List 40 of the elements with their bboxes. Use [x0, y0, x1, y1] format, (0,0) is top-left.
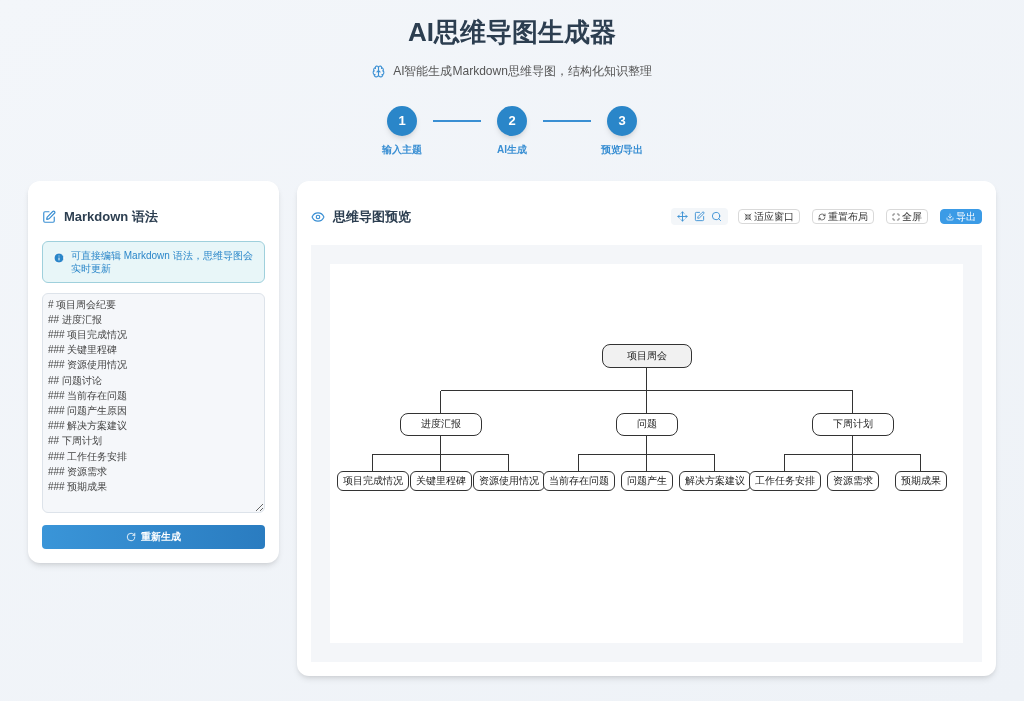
regenerate-button[interactable]: 重新生成	[42, 524, 265, 549]
preview-title: 思维导图预览	[333, 208, 411, 226]
subtitle: AI智能生成Markdown思维导图，结构化知识整理	[393, 63, 652, 80]
mindmap-node: 解决方案建议	[678, 470, 751, 491]
mindmap-node: 项目完成情况	[336, 470, 409, 491]
info-icon	[53, 251, 65, 264]
step-connector	[433, 120, 481, 122]
mindmap-node: 资源使用情况	[472, 470, 545, 491]
editor-title: Markdown 语法	[64, 208, 158, 226]
notice-text: 可直接编辑 Markdown 语法，思维导图会实时更新	[71, 248, 254, 275]
toolbar-button[interactable]: 重置布局	[812, 209, 874, 225]
fullscreen-icon	[892, 212, 900, 221]
mindmap-node: 下周计划	[811, 413, 894, 436]
edit-icon	[42, 209, 56, 224]
step-label: AI生成	[497, 143, 527, 157]
markdown-editor[interactable]: # 项目周会纪要 ## 进度汇报 ### 项目完成情况 ### 关键里程碑 ### 资源使用情况 ## 问题讨论 ### 当前存在问题 ### 问题产生原因 ### 解决方案建议 ## 下周计划 ### 工作任务安排 ### 资源需求 ### 预期成果	[42, 292, 265, 513]
search-icon[interactable]	[711, 211, 722, 223]
edit-icon[interactable]	[694, 211, 705, 223]
toolbar-button[interactable]: 适应窗口	[738, 209, 800, 225]
mindmap-node: 关键里程碑	[409, 470, 472, 491]
mindmap-node: 预期成果	[894, 470, 947, 491]
mindmap-node: 当前存在问题	[542, 470, 615, 491]
mindmap-node: 问题	[615, 413, 678, 436]
mindmap-node: 资源需求	[826, 470, 879, 491]
toolbar-button[interactable]: 全屏	[886, 209, 928, 225]
download-icon	[946, 212, 954, 221]
mindmap-node: 项目周会	[601, 343, 692, 368]
brain-icon	[372, 64, 386, 78]
mindmap-node: 进度汇报	[399, 413, 482, 436]
move-icon[interactable]	[677, 211, 688, 223]
mindmap-node: 工作任务安排	[748, 470, 821, 491]
refresh-icon	[818, 212, 826, 221]
refresh-icon	[126, 531, 136, 542]
step-label: 输入主题	[382, 143, 422, 157]
eye-icon	[311, 209, 325, 224]
mindmap-node: 问题产生	[620, 470, 673, 491]
step-label: 预览/导出	[600, 143, 644, 157]
step-connector	[543, 120, 591, 122]
page-title: AI思维导图生成器	[408, 16, 616, 49]
shrink-icon	[744, 212, 752, 221]
